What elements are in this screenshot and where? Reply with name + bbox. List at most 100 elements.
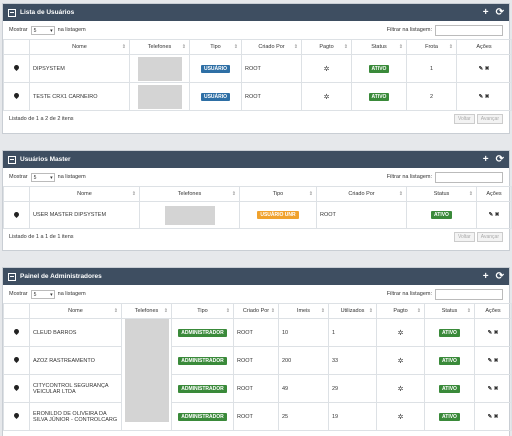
prev-button[interactable]: Voltar	[453, 232, 475, 242]
add-icon[interactable]: +	[483, 271, 489, 282]
edit-icon[interactable]: ✎	[489, 212, 494, 218]
delete-icon[interactable]: ✖	[494, 330, 499, 336]
edit-icon[interactable]: ✎	[479, 94, 484, 100]
column-header[interactable]: Criado Por ⇕	[233, 303, 279, 319]
status-badge: ATIVO	[368, 64, 390, 73]
column-header[interactable]: Pagto ⇕	[301, 39, 352, 55]
table-toolbar: Mostrar 5 na listagem Filtrar na listage…	[3, 168, 509, 186]
cell-criado-por: ROOT	[233, 346, 279, 375]
phone-placeholder	[164, 205, 215, 225]
column-header[interactable]: Criado Por ⇕	[241, 39, 302, 55]
type-badge: ADMINISTRADOR	[178, 412, 227, 421]
cell-utilizados: 33	[328, 346, 377, 375]
cell-nome: USER MASTER DIPSYSTEM	[29, 201, 140, 229]
refresh-icon[interactable]: ⟳	[496, 7, 504, 18]
table-header-row: Nome ⇕ Telefones ⇕ Tipo ⇕ Criado Por ⇕ Imeis…	[3, 303, 512, 319]
filter-input[interactable]	[435, 24, 503, 36]
edit-icon[interactable]: ✎	[479, 66, 484, 72]
payment-icon[interactable]: ✲	[398, 358, 404, 365]
show-label: Mostrar	[9, 291, 28, 297]
filter-input[interactable]	[435, 171, 503, 183]
table-toolbar: Mostrar 5 na listagem Filtrar na listage…	[3, 21, 509, 39]
delete-icon[interactable]: ✖	[494, 386, 499, 392]
refresh-icon[interactable]: ⟳	[496, 154, 504, 165]
payment-icon[interactable]: ✲	[324, 66, 330, 73]
cell-criado-por: ROOT	[233, 402, 279, 431]
column-header[interactable]: Nome ⇕	[29, 303, 122, 319]
master-table: Nome ⇕ Telefones ⇕ Tipo ⇕ Criado Por ⇕ Statu…	[3, 186, 512, 229]
page-size-select[interactable]: 5	[30, 289, 55, 299]
table-row: ERONILDO DE OLIVEIRA DA SILVA JÚNIOR - C…	[3, 402, 512, 431]
next-button[interactable]: Avançar	[476, 232, 503, 242]
map-pin-icon[interactable]	[12, 327, 21, 336]
column-header[interactable]: Nome ⇕	[29, 186, 140, 202]
usuarios-table: Nome ⇕ Telefones ⇕ Tipo ⇕ Criado Por ⇕ Pagto…	[3, 39, 512, 111]
edit-icon[interactable]: ✎	[488, 330, 493, 336]
column-header[interactable]: Pagto ⇕	[376, 303, 425, 319]
column-header[interactable]: Tipo ⇕	[189, 39, 242, 55]
payment-icon[interactable]: ✲	[398, 414, 404, 421]
delete-icon[interactable]: ✖	[494, 414, 499, 420]
column-header[interactable]: Utilizados ⇕	[328, 303, 377, 319]
table-icon	[8, 272, 16, 281]
cell-criado-por: ROOT	[241, 54, 302, 83]
phone-placeholder	[137, 84, 182, 109]
delete-icon[interactable]: ✖	[495, 212, 500, 218]
cell-nome: DIPSYSTEM	[29, 54, 130, 83]
map-pin-icon[interactable]	[12, 210, 21, 218]
filter-input[interactable]	[435, 288, 503, 300]
table-row: USER MASTER DIPSYSTEM USUÁRIO UNR ROOT A…	[3, 201, 512, 229]
status-badge: ATIVO	[368, 92, 390, 101]
type-badge: ADMINISTRADOR	[178, 328, 227, 337]
table-row: CITYCONTROL SEGURANÇA VEICULAR LTDA ADMI…	[3, 374, 512, 403]
prev-button[interactable]: Voltar	[453, 114, 475, 124]
next-button[interactable]: Avançar	[476, 114, 503, 124]
map-pin-icon[interactable]	[12, 411, 21, 420]
table-row: TESTE CRX1 CARNEIRO USUÁRIO ROOT ✲ ATIVO…	[3, 82, 512, 111]
column-header[interactable]: Tipo ⇕	[239, 186, 317, 202]
column-header[interactable]: Status ⇕	[351, 39, 407, 55]
page-size-select[interactable]: 5	[30, 25, 55, 35]
payment-icon[interactable]: ✲	[398, 330, 404, 337]
cell-nome: AZOZ RASTREAMENTO	[29, 346, 122, 375]
payment-icon[interactable]: ✲	[398, 386, 404, 393]
phone-placeholder	[137, 56, 182, 81]
column-header[interactable]: Nome ⇕	[29, 39, 130, 55]
table-row: AZOZ RASTREAMENTO ADMINISTRADOR ROOT 200…	[3, 346, 512, 375]
column-header[interactable]: Telefones ⇕	[121, 303, 172, 319]
show-label: Mostrar	[9, 174, 28, 180]
column-header[interactable]: Tipo ⇕	[171, 303, 234, 319]
cell-utilizados: 1	[328, 318, 377, 347]
delete-icon[interactable]: ✖	[485, 94, 490, 100]
column-header: Ações	[456, 39, 512, 55]
column-header[interactable]: Telefones ⇕	[139, 186, 240, 202]
column-header[interactable]: Telefones ⇕	[129, 39, 190, 55]
page-size-select[interactable]: 5	[30, 172, 55, 182]
panel-master: Usuários Master + ⟳ Mostrar 5 na listage…	[2, 150, 512, 251]
add-icon[interactable]: +	[483, 154, 489, 165]
delete-icon[interactable]: ✖	[494, 358, 499, 364]
column-header[interactable]: Frota ⇕	[406, 39, 457, 55]
map-pin-icon[interactable]	[12, 63, 21, 72]
column-header[interactable]: Criado Por ⇕	[316, 186, 407, 202]
table-icon	[8, 155, 16, 164]
edit-icon[interactable]: ✎	[488, 414, 493, 420]
filter-label: Filtrar na listagem:	[386, 27, 432, 33]
map-pin-icon[interactable]	[12, 91, 21, 100]
column-header[interactable]: Imeis ⇕	[278, 303, 329, 319]
column-header[interactable]: Status ⇕	[406, 186, 477, 202]
map-pin-icon[interactable]	[12, 383, 21, 392]
cell-criado-por: ROOT	[316, 201, 407, 229]
panel-usuarios: Lista de Usuários + ⟳ Mostrar 5 na lista…	[2, 3, 512, 134]
payment-icon[interactable]: ✲	[324, 94, 330, 101]
edit-icon[interactable]: ✎	[488, 358, 493, 364]
edit-icon[interactable]: ✎	[488, 386, 493, 392]
cell-imeis: 25	[278, 402, 329, 431]
refresh-icon[interactable]: ⟳	[496, 271, 504, 282]
add-icon[interactable]: +	[483, 7, 489, 18]
column-header[interactable]: Status ⇕	[424, 303, 475, 319]
map-pin-icon[interactable]	[12, 355, 21, 364]
cell-frota: 1	[406, 54, 457, 83]
table-toolbar: Mostrar 5 na listagem Filtrar na listage…	[3, 285, 509, 303]
delete-icon[interactable]: ✖	[485, 66, 490, 72]
